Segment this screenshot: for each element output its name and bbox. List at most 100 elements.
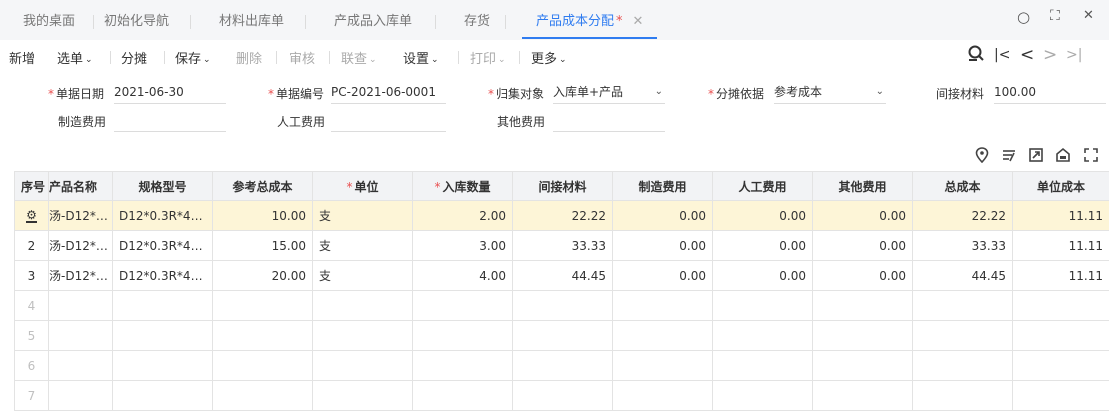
audit-button[interactable]: 审核	[289, 48, 315, 67]
col-header-qty[interactable]: *入库数量	[413, 172, 513, 201]
cell-total[interactable]: 33.33	[913, 231, 1013, 261]
cell-spec[interactable]: D12*0.3R*4…	[113, 261, 213, 291]
cell-product-name[interactable]: 汤-D12*…	[49, 201, 113, 231]
cell-total[interactable]: 44.45	[913, 261, 1013, 291]
cell-indirect[interactable]: 22.22	[513, 201, 613, 231]
table-row-empty[interactable]: 7	[15, 381, 1109, 411]
cell-other[interactable]: 0.00	[813, 231, 913, 261]
settings-button[interactable]: 设置⌄	[403, 48, 439, 67]
more-button[interactable]: 更多⌄	[531, 48, 567, 67]
table-row-empty[interactable]: 6	[15, 351, 1109, 381]
expand-icon[interactable]: ⛶	[1050, 8, 1060, 24]
indirect-material-field[interactable]: 100.00	[994, 83, 1106, 104]
tab-product-inbound[interactable]: 产成品入库单	[334, 0, 412, 39]
cell-labor[interactable]: 0.00	[713, 231, 813, 261]
col-header-ref-cost[interactable]: 参考总成本	[213, 172, 313, 201]
close-tab-icon[interactable]: ✕	[633, 14, 644, 29]
fullscreen-icon[interactable]	[1083, 147, 1099, 167]
next-record-icon[interactable]: >	[1043, 45, 1057, 65]
table-row[interactable]: 3 汤-D12*… D12*0.3R*4… 20.00 支 4.00 44.45…	[15, 261, 1109, 291]
select-doc-button[interactable]: 选单⌄	[57, 48, 93, 67]
tab-bar: 我的桌面 初始化导航 材料出库单 产成品入库单 存货 产品成本分配*✕ ○ ⛶ …	[0, 0, 1109, 41]
mfg-cost-field[interactable]	[114, 111, 226, 132]
toolbar-divider	[519, 51, 520, 64]
doc-no-field[interactable]: PC-2021-06-0001	[331, 83, 446, 104]
col-header-indirect[interactable]: 间接材料	[513, 172, 613, 201]
cell-qty[interactable]: 2.00	[413, 201, 513, 231]
cell-ref-cost[interactable]: 15.00	[213, 231, 313, 261]
tab-material-outbound[interactable]: 材料出库单	[219, 0, 284, 39]
col-header-spec[interactable]: 规格型号	[113, 172, 213, 201]
last-record-icon[interactable]: >|	[1066, 47, 1082, 63]
cell-other[interactable]: 0.00	[813, 261, 913, 291]
doc-date-field[interactable]: 2021-06-30	[114, 83, 226, 104]
allocate-button[interactable]: 分摊	[121, 48, 147, 67]
cell-labor[interactable]: 0.00	[713, 201, 813, 231]
cell-qty[interactable]: 3.00	[413, 231, 513, 261]
col-header-labor[interactable]: 人工费用	[713, 172, 813, 201]
table-row-empty[interactable]: 4	[15, 291, 1109, 321]
cell-indirect[interactable]: 33.33	[513, 231, 613, 261]
locate-icon[interactable]	[967, 44, 985, 67]
cell-ref-cost[interactable]: 20.00	[213, 261, 313, 291]
new-button[interactable]: 新增	[9, 48, 35, 67]
cell-product-name[interactable]: 汤-D12*…	[49, 231, 113, 261]
cell-unit[interactable]: 支	[313, 261, 413, 291]
tab-my-desktop[interactable]: 我的桌面	[23, 0, 75, 39]
cell-mfg[interactable]: 0.00	[613, 231, 713, 261]
export-icon[interactable]	[1028, 147, 1044, 167]
tab-divider	[505, 15, 506, 29]
print-icon[interactable]	[1055, 147, 1071, 167]
table-row[interactable]: 2 汤-D12*… D12*0.3R*4… 15.00 支 3.00 33.33…	[15, 231, 1109, 261]
cell-unit-cost[interactable]: 11.11	[1013, 231, 1109, 261]
delete-button[interactable]: 删除	[236, 48, 262, 67]
collect-target-select[interactable]: 入库单+产品⌄	[553, 83, 665, 104]
cell-total[interactable]: 22.22	[913, 201, 1013, 231]
cell-mfg[interactable]: 0.00	[613, 261, 713, 291]
tab-product-cost-allocation[interactable]: 产品成本分配*✕	[522, 0, 657, 39]
cell-qty[interactable]: 4.00	[413, 261, 513, 291]
grid-header-row: 序号 产品名称 规格型号 参考总成本 *单位 *入库数量 间接材料 制造费用 人…	[15, 172, 1109, 201]
table-row[interactable]: ⚙ 汤-D12*… D12*0.3R*4… 10.00 支 2.00 22.22…	[15, 201, 1109, 231]
search-icon[interactable]: ○	[1017, 8, 1030, 26]
cell-spec[interactable]: D12*0.3R*4…	[113, 231, 213, 261]
cell-indirect[interactable]: 44.45	[513, 261, 613, 291]
link-query-button[interactable]: 联查⌄	[341, 48, 377, 67]
col-header-unit-cost[interactable]: 单位成本	[1013, 172, 1109, 201]
save-button[interactable]: 保存⌄	[175, 48, 211, 67]
close-window-icon[interactable]: ✕	[1083, 8, 1094, 23]
col-header-unit[interactable]: *单位	[313, 172, 413, 201]
labor-cost-field[interactable]	[331, 111, 446, 132]
cell-other[interactable]: 0.00	[813, 201, 913, 231]
chevron-down-icon: ⌄	[369, 55, 377, 65]
tab-inventory[interactable]: 存货	[464, 0, 490, 39]
cell-unit-cost[interactable]: 11.11	[1013, 261, 1109, 291]
cell-mfg[interactable]: 0.00	[613, 201, 713, 231]
col-header-mfg[interactable]: 制造费用	[613, 172, 713, 201]
col-header-other[interactable]: 其他费用	[813, 172, 913, 201]
pin-icon[interactable]	[975, 147, 989, 167]
filter-icon[interactable]	[1001, 147, 1017, 167]
cell-labor[interactable]: 0.00	[713, 261, 813, 291]
cell-ref-cost[interactable]: 10.00	[213, 201, 313, 231]
first-record-icon[interactable]: |<	[994, 47, 1010, 63]
col-header-total[interactable]: 总成本	[913, 172, 1013, 201]
toolbar-divider	[458, 51, 459, 64]
chevron-down-icon: ⌄	[203, 55, 211, 65]
other-cost-field[interactable]	[553, 111, 665, 132]
cell-unit-cost[interactable]: 11.11	[1013, 201, 1109, 231]
row-action-icon[interactable]: ⚙	[15, 201, 49, 231]
print-button[interactable]: 打印⌄	[470, 48, 506, 67]
tab-init-guide[interactable]: 初始化导航	[104, 0, 169, 39]
cell-unit[interactable]: 支	[313, 231, 413, 261]
tab-divider	[190, 15, 191, 29]
cell-index: 3	[15, 261, 49, 291]
table-row-empty[interactable]: 5	[15, 321, 1109, 351]
alloc-basis-select[interactable]: 参考成本⌄	[774, 83, 886, 104]
cell-index: 7	[15, 381, 49, 411]
cell-spec[interactable]: D12*0.3R*4…	[113, 201, 213, 231]
cell-unit[interactable]: 支	[313, 201, 413, 231]
cell-product-name[interactable]: 汤-D12*…	[49, 261, 113, 291]
col-header-product-name[interactable]: 产品名称	[49, 172, 113, 201]
prev-record-icon[interactable]: <	[1020, 45, 1034, 65]
